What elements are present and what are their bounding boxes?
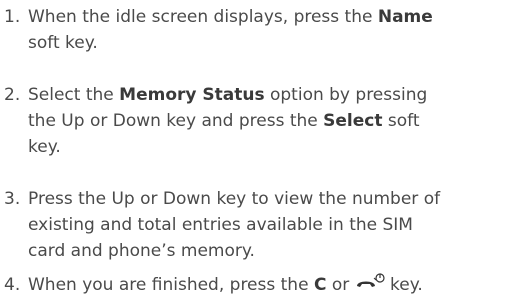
step-line: key. (28, 134, 530, 160)
step-number: 2. (4, 85, 21, 105)
step-line: When you are finished, press the C or ke… (28, 272, 530, 298)
step-line: existing and total entries available in … (28, 215, 413, 235)
step-line: When the idle screen displays, press the… (28, 4, 530, 30)
end-call-power-icon (355, 272, 385, 292)
text-run: When you are finished, press the (28, 275, 314, 295)
bold-term-memory-status: Memory Status (119, 85, 265, 105)
text-run: option by pressing (264, 85, 428, 105)
step-line: Select the Memory Status option by press… (28, 82, 530, 108)
bold-term-name: Name (377, 7, 433, 27)
text-run: the Up or Down key and press the (28, 111, 324, 131)
text-run: soft (382, 111, 420, 131)
step-number: 1. (4, 7, 21, 27)
text-run: When the idle screen displays, press the (28, 7, 378, 27)
step-line: soft key. (28, 30, 530, 56)
step-number: 4. (4, 275, 21, 295)
step-2: 2. Select the Memory Status option by pr… (0, 82, 530, 160)
step-line: card and phone’s memory. (28, 241, 255, 261)
step-line: Press the Up or Down key to view the num… (28, 189, 441, 209)
step-text: When you are finished, press the C or ke… (28, 272, 530, 298)
bold-term-select: Select (323, 111, 383, 131)
step-line: the Up or Down key and press the Select … (28, 108, 530, 134)
text-run: key. (384, 275, 423, 295)
text-run: Select the (28, 85, 120, 105)
text-run: key. (28, 137, 61, 157)
text-run: or (326, 275, 355, 295)
step-text: Press the Up or Down key to view the num… (28, 186, 530, 264)
step-1: 1. When the idle screen displays, press … (0, 4, 530, 56)
bold-key-c: C (313, 275, 327, 295)
step-number: 3. (4, 189, 21, 209)
step-4: 4. When you are finished, press the C or… (0, 272, 530, 298)
text-run: soft key. (28, 33, 98, 53)
step-3: 3. Press the Up or Down key to view the … (0, 186, 530, 264)
step-text: When the idle screen displays, press the… (28, 4, 530, 56)
step-text: Select the Memory Status option by press… (28, 82, 530, 160)
